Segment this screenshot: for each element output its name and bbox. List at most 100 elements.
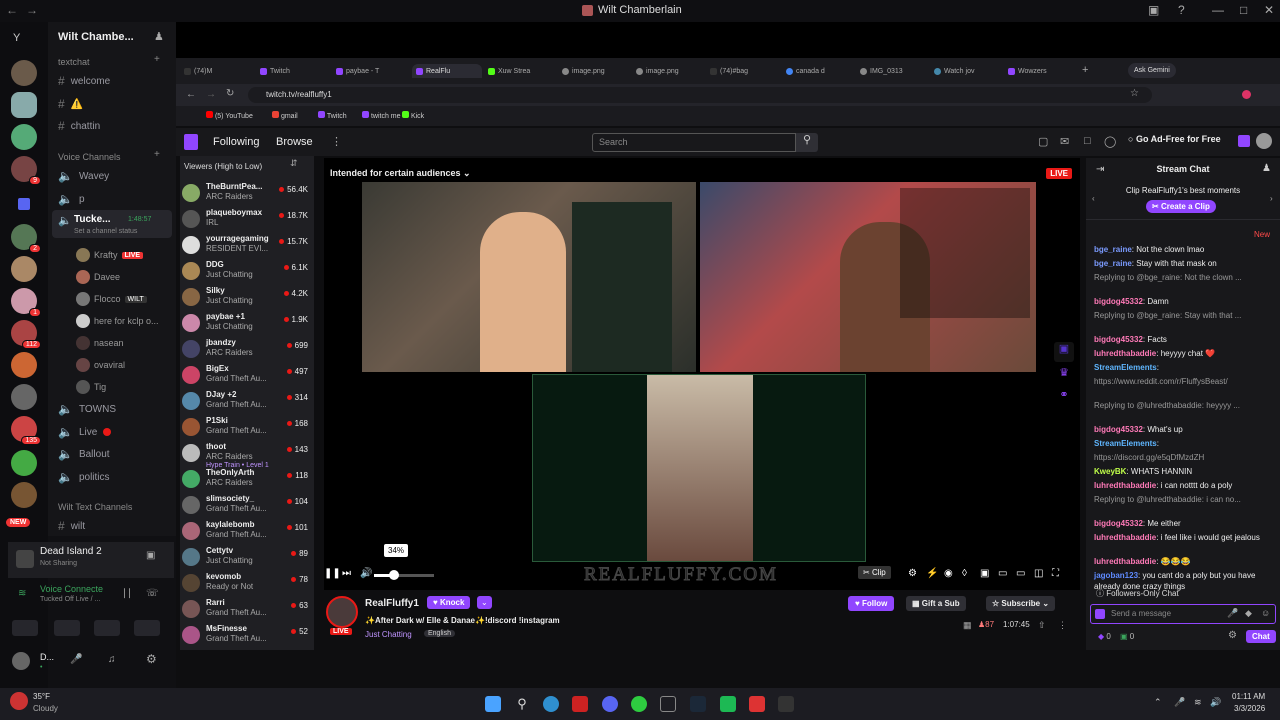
close-icon[interactable]: ✕ (1264, 3, 1274, 17)
url-field[interactable]: twitch.tv/realfluffy1 (248, 87, 1152, 103)
server-icon[interactable] (11, 450, 37, 476)
minimize-icon[interactable]: — (1212, 3, 1224, 17)
prime-loot-icon[interactable]: ▢ (1038, 135, 1048, 148)
server-name[interactable]: Wilt Chambe... (58, 31, 134, 43)
server-icon[interactable] (11, 256, 37, 282)
followed-channel-item[interactable]: Cettytv Just Chatting 89 (182, 546, 312, 572)
followed-channel-item[interactable]: DDG Just Chatting 6.1K (182, 260, 312, 286)
picture-in-picture-icon[interactable]: ▣ (980, 568, 989, 579)
chat-input[interactable]: Send a message 🎤 ◆ ☺ (1090, 604, 1276, 624)
bits-balance[interactable]: ▣ 0 (1120, 632, 1134, 641)
lightning-icon[interactable]: ⚡ (926, 568, 938, 579)
chat-username[interactable]: luhredthabaddie (1094, 533, 1156, 542)
voice-user[interactable]: Flocco WILT (76, 292, 147, 306)
headphones-icon[interactable]: ♫ (108, 654, 116, 665)
knock-button[interactable]: ♥ Knock (427, 596, 471, 609)
chevron-up-icon[interactable]: ⌃ (1154, 697, 1162, 708)
server-icon[interactable] (11, 92, 37, 118)
edge-browser-icon[interactable] (543, 696, 559, 712)
followed-channel-item[interactable]: TheBurntPea... ARC Raiders 56.4K (182, 182, 312, 208)
nav-following[interactable]: Following (213, 136, 259, 148)
discord-icon[interactable] (602, 696, 618, 712)
ask-gemini-button[interactable]: Ask Gemini (1128, 63, 1176, 78)
red-app-icon[interactable] (749, 696, 765, 712)
tab[interactable]: Wowzers (1008, 64, 1068, 78)
sort-icon[interactable]: ⇵ (290, 158, 298, 169)
followed-channel-item[interactable]: kaylalebomb Grand Theft Au... 101 (182, 520, 312, 546)
settings-gear-icon[interactable]: ⚙ (908, 568, 917, 579)
drops-icon[interactable]: ◯ (1104, 135, 1116, 148)
server-initial[interactable]: Y (13, 32, 20, 44)
windows-start-icon[interactable] (485, 696, 501, 712)
microphone-icon[interactable]: 🎤 (1227, 608, 1238, 619)
create-clip-button[interactable]: ✂ Create a Clip (1146, 200, 1216, 213)
search-icon[interactable]: ⚲ (796, 133, 818, 152)
bookmark-youtube[interactable]: (5) YouTube (206, 111, 253, 120)
chat-message[interactable]: Replying to @bge_raine: Stay with that .… (1094, 310, 1272, 321)
tab-active[interactable]: RealFlu (412, 64, 482, 78)
bits-icon[interactable] (1238, 135, 1250, 147)
wifi-icon[interactable]: ≋ (1194, 697, 1202, 708)
chat-message[interactable]: StreamElements: (1094, 438, 1272, 449)
chat-message[interactable]: https://www.reddit.com/r/FluffysBeast/ (1094, 376, 1272, 387)
inbox-icon[interactable]: ▣ (1148, 3, 1159, 17)
back-arrow-icon[interactable]: ← (6, 3, 18, 17)
followed-channel-item[interactable]: TheOnlyArth ARC Raiders 118 (182, 468, 312, 494)
followed-channel-item[interactable]: MsFinesse Grand Theft Au... 52 (182, 624, 312, 650)
channel-chattin[interactable]: # chattin (58, 119, 100, 133)
search-input[interactable]: Search (592, 133, 796, 152)
channel-welcome[interactable]: # welcome (58, 74, 110, 88)
new-tab-icon[interactable]: + (1082, 64, 1088, 76)
tab[interactable]: Xuw Strea (488, 64, 548, 78)
weather-temp[interactable]: 35°F (33, 692, 50, 701)
channel-status[interactable]: Set a channel status (74, 228, 137, 235)
language-tag[interactable]: English (424, 630, 455, 637)
chat-message[interactable]: luhredthabaddie: i feel like i would get… (1094, 532, 1272, 543)
tab[interactable]: canada d (786, 64, 846, 78)
activities-icon[interactable] (94, 620, 120, 636)
followed-channel-item[interactable]: kevomob Ready or Not 78 (182, 572, 312, 598)
chevron-left-icon[interactable]: ‹ (1092, 194, 1095, 203)
screen-icon[interactable]: ▭ (998, 568, 1007, 579)
followed-channel-item[interactable]: yourragegaming RESIDENT EVI... 15.7K (182, 234, 312, 260)
voice-user[interactable]: nasean (76, 336, 124, 350)
channel-points[interactable]: ◆ 0 (1098, 632, 1111, 641)
tab[interactable]: paybae - T (336, 64, 396, 78)
chat-username[interactable]: luhredthabaddie (1094, 481, 1156, 490)
channel-avatar[interactable] (326, 596, 358, 628)
chat-username[interactable]: bigdog45332 (1094, 519, 1143, 528)
voice-user[interactable]: Krafty LIVE (76, 248, 144, 262)
sidebar-icon[interactable]: ◫ (1034, 568, 1043, 579)
voice-channel-live[interactable]: 🔈 Live (58, 425, 112, 439)
bookmark-twitch-me[interactable]: twitch me (362, 111, 401, 120)
server-icon[interactable]: 9 (11, 156, 41, 185)
voice-user[interactable]: Davee (76, 270, 120, 284)
chevron-down-icon[interactable]: ⌄ (477, 596, 492, 609)
server-icon[interactable]: 2 (11, 224, 41, 253)
chat-message[interactable]: bge_raine: Stay with that mask on (1094, 258, 1272, 269)
category-textchat[interactable]: textchat (58, 57, 90, 67)
tab[interactable]: (74)M (184, 64, 244, 78)
followed-channel-item[interactable]: Rarri Grand Theft Au... 63 (182, 598, 312, 624)
search-icon[interactable]: ⚲ (514, 696, 530, 712)
video-player[interactable]: Intended for certain audiences ⌄ LIVE RE… (324, 158, 1080, 590)
camera-icon[interactable]: ◉ (944, 568, 953, 579)
followed-channel-item[interactable]: jbandzy ARC Raiders 699 (182, 338, 312, 364)
followed-channel-item[interactable]: P1Ski Grand Theft Au... 168 (182, 416, 312, 442)
server-icon[interactable]: 1 (11, 288, 41, 317)
server-icon[interactable] (11, 482, 37, 508)
nav-browse[interactable]: Browse (276, 136, 313, 148)
xbox-icon[interactable] (660, 696, 676, 712)
weather-icon[interactable] (10, 692, 28, 710)
forward-icon[interactable]: → (206, 89, 216, 100)
bits-icon[interactable]: ◆ (1245, 608, 1252, 619)
chat-message[interactable]: bigdog45332: Me either (1094, 518, 1272, 529)
chat-message[interactable]: bigdog45332: What's up (1094, 424, 1272, 435)
grid-icon[interactable]: ▦ (963, 620, 972, 631)
voice-channel-wavey[interactable]: 🔈 Wavey (58, 169, 109, 183)
camera-off-icon[interactable] (12, 620, 38, 636)
pause-icon[interactable]: ❚❚ (324, 568, 341, 579)
share-icon[interactable]: ⇧ (1038, 620, 1046, 631)
voice-channel-politics[interactable]: 🔈 politics (58, 470, 110, 484)
folder-icon[interactable] (18, 198, 30, 210)
